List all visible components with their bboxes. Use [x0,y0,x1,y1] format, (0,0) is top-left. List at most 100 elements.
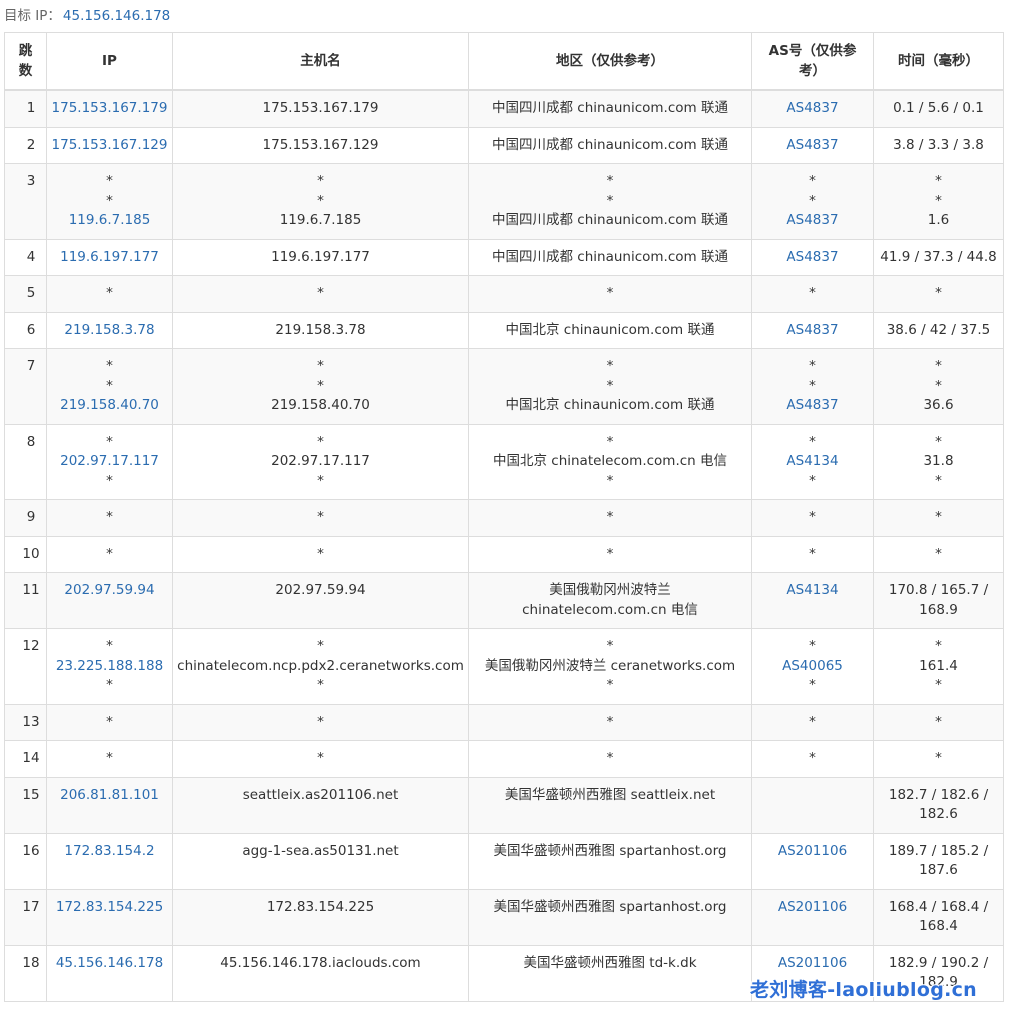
ip-link[interactable]: 206.81.81.101 [50,786,169,806]
hop-cell: 7 [4,348,47,425]
as-link[interactable]: AS201106 [755,954,870,974]
as-cell: AS201106 [751,832,874,890]
time-value: 187.6 [919,862,958,878]
as-value: * [809,377,816,394]
ip-cell: * [46,275,173,313]
region-value: * [606,545,614,562]
ip-link[interactable]: 202.97.17.117 [50,452,169,472]
ip-cell: * * 119.6.7.185 [46,163,173,240]
ip-link[interactable]: 119.6.197.177 [50,248,169,268]
region-value: * [606,713,614,730]
ip-link[interactable]: 119.6.7.185 [50,211,169,231]
hostname-cell: * * 119.6.7.185 [172,163,469,240]
as-value: * [809,638,816,654]
hop-cell: 5 [4,275,47,313]
ip-link[interactable]: 172.83.154.225 [50,898,169,918]
as-cell: * [751,275,874,313]
time-cell: 189.7 / 185.2 / 187.6 [873,832,1004,890]
as-link[interactable]: AS4837 [755,211,870,231]
region-value: * [606,192,614,209]
time-value: * [935,285,942,301]
time-value: * [935,358,942,374]
region-cell: * [468,499,752,537]
host-value: * [317,472,324,489]
hop-cell: 9 [4,499,47,537]
region-cell: * * 中国北京 chinaunicom.com 联通 [468,348,752,425]
ip-link[interactable]: 23.225.188.188 [50,657,169,677]
header-as: AS号（仅供参考） [751,32,874,91]
as-link[interactable]: AS40065 [755,657,870,677]
ip-cell: 172.83.154.2 [46,832,173,890]
time-value: 41.9 / 37.3 / 44.8 [880,248,997,265]
as-value: * [809,285,816,301]
time-cell: * [873,740,1004,778]
host-value: chinatelecom.ncp.pdx2.ceranetworks.com [177,657,464,674]
ip-link[interactable]: 219.158.3.78 [50,321,169,341]
ip-link[interactable]: 172.83.154.2 [50,842,169,862]
table-header-row: 跳数 IP 主机名 地区（仅供参考） AS号（仅供参考） 时间（毫秒） [4,32,1004,91]
as-link[interactable]: AS201106 [755,842,870,862]
hostname-cell: * [172,740,469,778]
region-value: 美国俄勒冈州波特兰 [549,582,671,598]
host-value: * [317,713,324,730]
ip-cell: * [46,535,173,573]
region-value: 中国北京 chinaunicom.com 联通 [505,321,715,338]
region-value: * [606,377,614,394]
region-value: * [606,472,614,489]
region-cell: 美国华盛顿州西雅图 spartanhost.org [468,888,752,946]
ip-cell: 175.153.167.179 [46,89,173,128]
ip-value: * [106,285,113,301]
as-value: * [809,358,816,374]
as-cell: AS4837 [751,89,874,128]
region-value: 中国北京 chinatelecom.com.cn 电信 [492,453,728,469]
hostname-cell: * 202.97.17.117 * [172,423,469,500]
host-value: 175.153.167.129 [262,136,379,153]
time-value: * [935,192,942,209]
time-cell: 0.1 / 5.6 / 0.1 [873,89,1004,128]
as-link[interactable]: AS4134 [755,452,870,472]
as-link[interactable]: AS4134 [755,581,870,601]
target-ip-line: 目标 IP： 45.156.146.178 [0,0,1009,32]
ip-link[interactable]: 45.156.146.178 [50,954,169,974]
region-value: 中国四川成都 chinaunicom.com 联通 [492,100,728,116]
as-link[interactable]: AS4837 [755,321,870,341]
region-value: * [606,358,614,374]
region-cell: 中国四川成都 chinaunicom.com 联通 [468,89,752,128]
as-link[interactable]: AS4837 [755,396,870,416]
as-link[interactable]: AS201106 [755,898,870,918]
time-cell: 3.8 / 3.3 / 3.8 [873,126,1004,164]
as-cell: * AS4134 * [751,423,874,500]
host-value: 172.83.154.225 [266,898,375,915]
ip-cell: 219.158.3.78 [46,311,173,349]
hop-cell: 12 [4,628,47,705]
ip-link[interactable]: 202.97.59.94 [50,581,169,601]
ip-link[interactable]: 219.158.40.70 [50,396,169,416]
time-value: 182.6 [919,806,958,822]
as-value: * [809,509,816,525]
ip-link[interactable]: 175.153.167.129 [50,136,169,156]
as-cell: AS4134 [751,572,874,629]
as-link[interactable]: AS4837 [755,136,870,156]
ip-link[interactable]: 175.153.167.179 [50,99,169,119]
as-link[interactable]: AS4837 [755,248,870,268]
host-value: 45.156.146.178.iaclouds.com [220,954,421,971]
as-cell: * [751,740,874,778]
hop-cell: 10 [4,535,47,573]
region-cell: 美国俄勒冈州波特兰 chinatelecom.com.cn 电信 [468,572,752,629]
time-value: 170.8 / 165.7 / [888,582,989,598]
ip-cell: * 202.97.17.117 * [46,423,173,500]
as-link[interactable]: AS4837 [755,99,870,119]
region-value: chinatelecom.com.cn 电信 [522,601,698,618]
hop-cell: 16 [4,832,47,890]
hop-cell: 11 [4,572,47,629]
host-value: seattleix.as201106.net [242,786,399,803]
as-cell: AS201106 [751,888,874,946]
region-cell: * [468,535,752,573]
time-value: 189.7 / 185.2 / [888,842,989,859]
time-cell: * * 1.6 [873,163,1004,240]
ip-value: * [106,638,113,654]
as-value: * [809,545,816,562]
hostname-cell: 219.158.3.78 [172,311,469,349]
hostname-cell: * chinatelecom.ncp.pdx2.ceranetworks.com * [172,628,469,705]
time-value: * [935,173,942,189]
